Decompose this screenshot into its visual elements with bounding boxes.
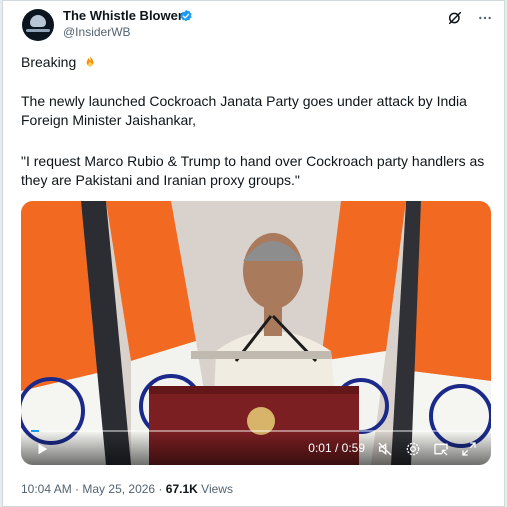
tweet-time[interactable]: 10:04 AM [21, 482, 72, 496]
tweet-date[interactable]: May 25, 2026 [82, 482, 155, 496]
fullscreen-icon[interactable] [461, 441, 477, 457]
tweet-card: The Whistle Blower @InsiderWB Breaking T… [2, 0, 505, 507]
tweet-text-quote: "I request Marco Rubio & Trump to hand o… [21, 153, 485, 188]
progress-fill [31, 430, 39, 432]
video-time: 0:01 / 0:59 [308, 441, 365, 455]
avatar-emblem [30, 15, 46, 27]
tweet-text-breaking: Breaking [21, 53, 491, 72]
video-player[interactable]: 0:01 / 0:59 [21, 201, 491, 465]
views-label: Views [201, 482, 233, 496]
author-handle[interactable]: @InsiderWB [63, 25, 131, 39]
meta-separator-2: · [158, 482, 163, 496]
author-name[interactable]: The Whistle Blower [63, 8, 183, 23]
tweet-meta: 10:04 AM · May 25, 2026 · 67.1K Views [21, 482, 233, 496]
pip-icon[interactable] [433, 441, 449, 457]
more-icon[interactable] [476, 9, 494, 27]
view-count: 67.1K [165, 482, 198, 496]
grok-icon[interactable] [446, 9, 464, 27]
verified-badge-icon [180, 9, 192, 22]
meta-separator: · [75, 482, 80, 496]
progress-bar[interactable] [31, 430, 481, 432]
avatar[interactable] [22, 9, 54, 41]
avatar-band [26, 29, 50, 32]
video-frame [21, 201, 491, 465]
settings-icon[interactable] [405, 441, 421, 457]
tweet-text-body: The newly launched Cockroach Janata Part… [21, 93, 467, 128]
play-icon[interactable] [35, 442, 49, 456]
fire-icon [86, 55, 94, 67]
mute-icon[interactable] [377, 441, 393, 457]
breaking-label: Breaking [21, 54, 77, 70]
